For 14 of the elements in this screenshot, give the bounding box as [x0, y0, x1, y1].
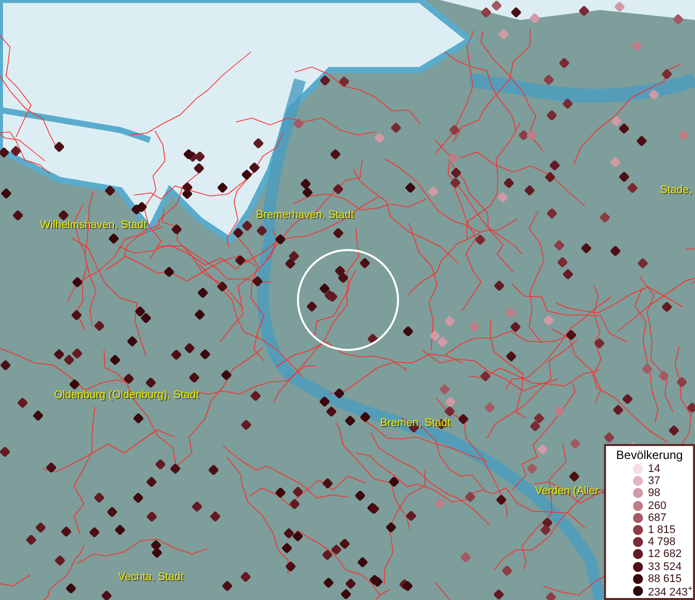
legend-label: 4 798	[648, 536, 676, 548]
legend-label: 260	[648, 500, 666, 512]
legend-label: 88 615	[648, 572, 682, 585]
place-label: Stade,	[660, 184, 692, 196]
legend-title: Bevölkerung	[615, 448, 684, 462]
legend-label: 14	[648, 463, 660, 476]
legend-label: 687	[648, 512, 666, 524]
legend-label: 12 682	[648, 548, 682, 560]
legend-label: 33 524	[648, 560, 682, 573]
legend-label: 98	[648, 487, 660, 500]
legend-label: 37	[648, 475, 660, 488]
legend-label: 1 815	[648, 524, 676, 536]
place-label: Vechta, Stadt	[118, 571, 184, 583]
legend-label: 234 243$^{+}$	[648, 583, 692, 599]
